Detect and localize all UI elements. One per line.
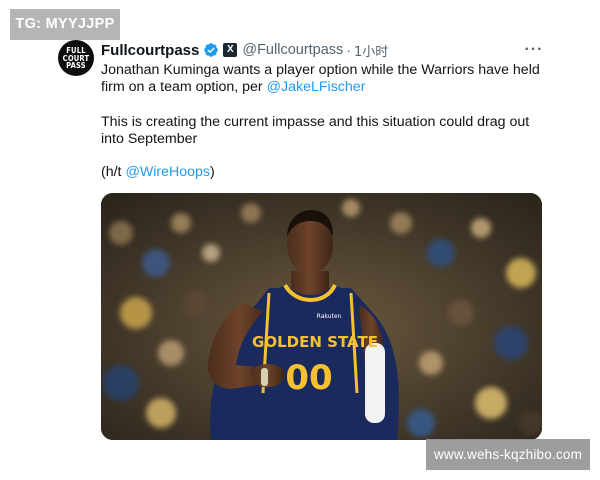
tweet-photo[interactable]: GOLDEN STATE 00 Rakuten: [101, 193, 542, 440]
jersey-team-text: GOLDEN STATE: [252, 333, 378, 351]
jersey-number: 00: [285, 358, 332, 398]
mention-wirehoops[interactable]: @WireHoops: [125, 164, 210, 180]
tweet-header: Fullcourtpass X @Fullcourtpass · 1小时: [101, 40, 388, 60]
tweet-paragraph-1: Jonathan Kuminga wants a player option w…: [101, 62, 549, 96]
tweet-paragraph-3: (h/t @WireHoops): [101, 164, 549, 181]
page: TG: MYYJJPP FULL COURT PASS Fullcourtpas…: [0, 0, 600, 480]
avatar-text-line-3: PASS: [66, 61, 86, 70]
player-photo-illustration: GOLDEN STATE 00 Rakuten: [101, 193, 542, 440]
tweet-paragraph-2: This is creating the current impasse and…: [101, 114, 530, 147]
author-name[interactable]: Fullcourtpass: [101, 42, 199, 59]
x-affiliate-icon: X: [223, 43, 238, 57]
author-handle[interactable]: @Fullcourtpass: [242, 42, 343, 58]
tweet-timestamp[interactable]: 1小时: [354, 41, 388, 60]
watermark-top-left: TG: MYYJJPP: [10, 9, 120, 40]
avatar[interactable]: FULL COURT PASS: [58, 40, 94, 76]
verified-badge-icon: [204, 43, 219, 57]
more-options-button[interactable]: ···: [523, 41, 545, 59]
watermark-bottom-right: www.wehs-kqzhibo.com: [426, 439, 590, 470]
mention-jakelfischer[interactable]: @JakeLFischer: [267, 79, 366, 95]
hat-tip-prefix: (h/t: [101, 164, 126, 180]
hat-tip-suffix: ): [210, 164, 215, 180]
header-separator: ·: [346, 42, 351, 58]
jersey-sponsor: Rakuten: [317, 313, 342, 320]
